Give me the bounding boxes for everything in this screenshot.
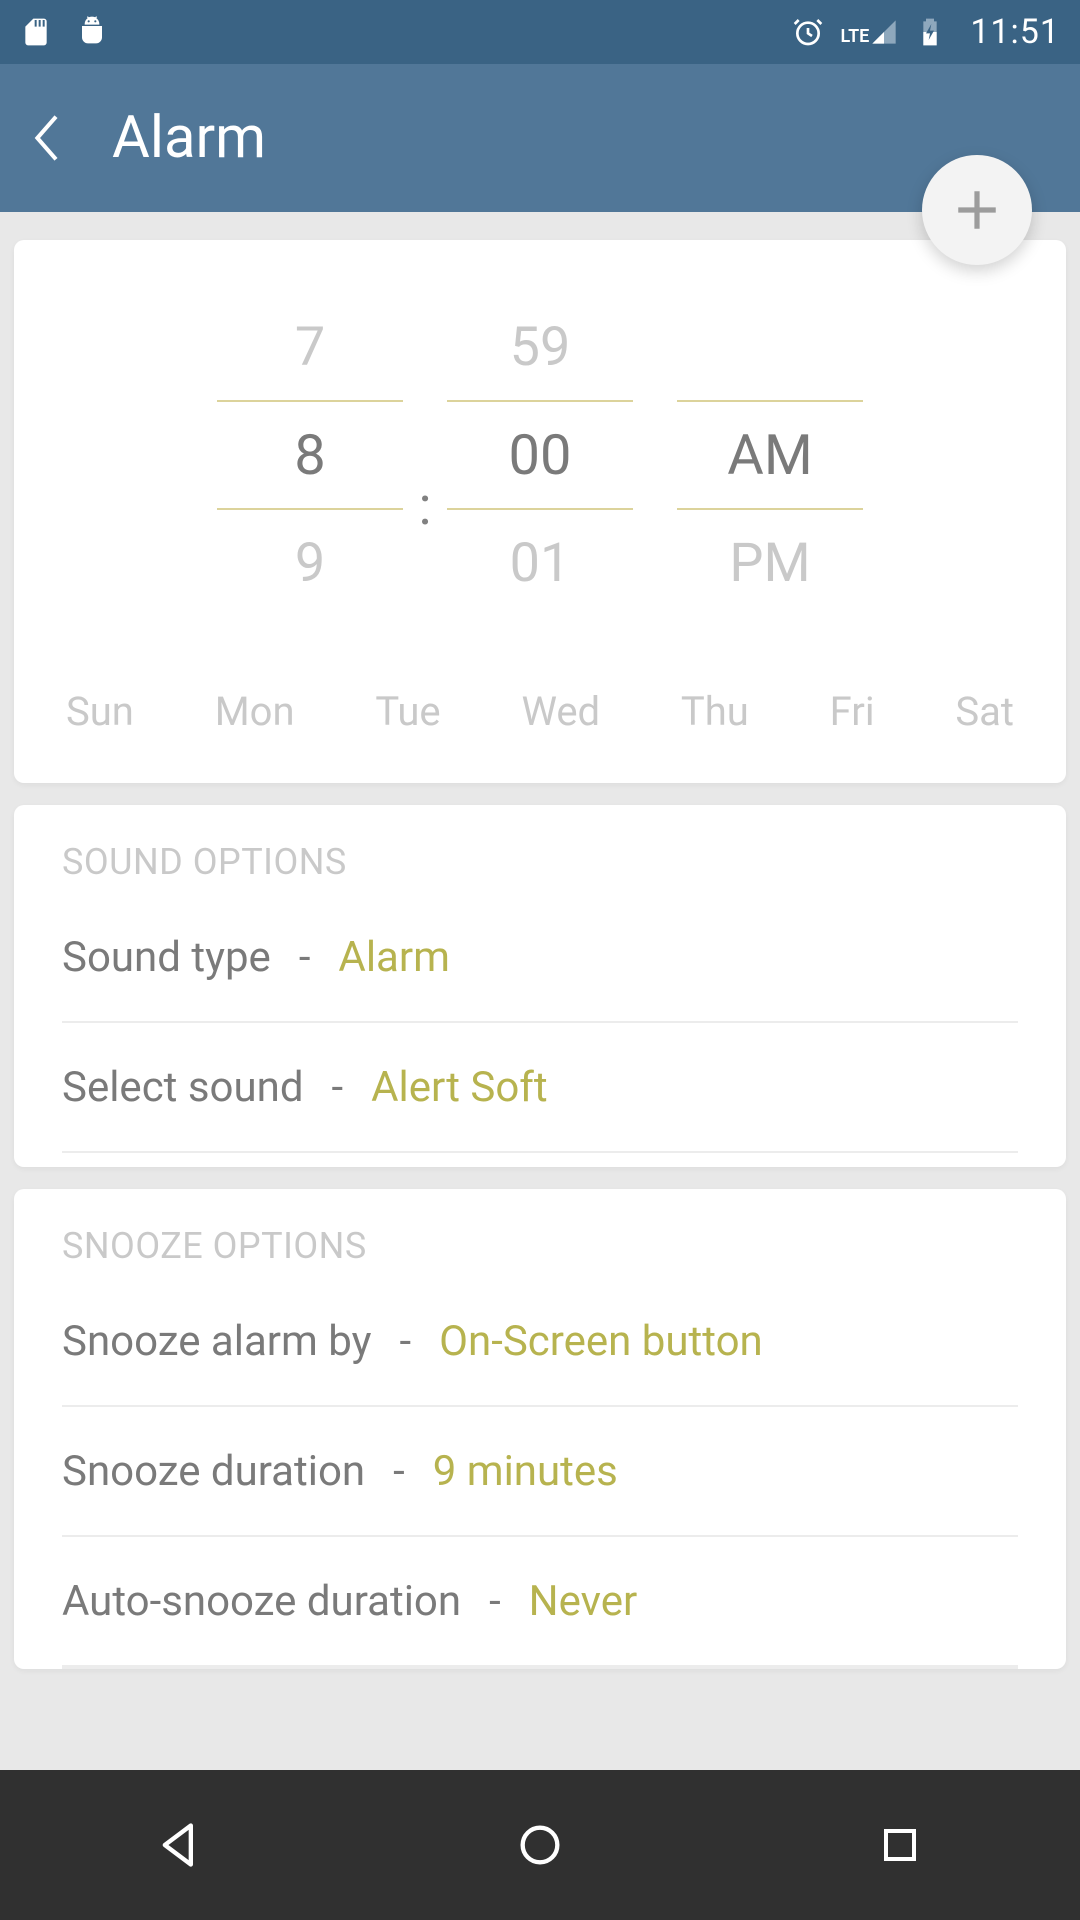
snooze-options-card: SNOOZE OPTIONS Snooze alarm by - On-Scre… [14, 1189, 1066, 1669]
row-dash: - [489, 1577, 501, 1626]
hour-next: 9 [217, 510, 403, 616]
snooze-duration-value: 9 minutes [433, 1447, 618, 1496]
sound-type-row[interactable]: Sound type - Alarm [62, 893, 1018, 1023]
sound-options-card: SOUND OPTIONS Sound type - Alarm Select … [14, 805, 1066, 1167]
ampm-selected: AM [677, 402, 863, 508]
minute-next: 01 [447, 510, 633, 616]
select-sound-label: Select sound [62, 1063, 304, 1112]
day-tue[interactable]: Tue [375, 688, 440, 735]
snooze-alarm-by-label: Snooze alarm by [62, 1317, 372, 1366]
row-dash: - [400, 1317, 412, 1366]
time-picker-card: 7 8 9 : 59 00 01 AM PM [14, 240, 1066, 783]
hour-picker[interactable]: 7 8 9 [217, 294, 403, 616]
alarm-icon [792, 16, 824, 48]
snooze-alarm-by-row[interactable]: Snooze alarm by - On-Screen button [62, 1277, 1018, 1407]
add-alarm-button[interactable] [922, 155, 1032, 265]
ampm-picker[interactable]: AM PM [677, 294, 863, 616]
select-sound-row[interactable]: Select sound - Alert Soft [62, 1023, 1018, 1153]
day-mon[interactable]: Mon [215, 688, 295, 735]
hour-selected: 8 [217, 402, 403, 508]
select-sound-value: Alert Soft [371, 1063, 548, 1112]
content-scroll[interactable]: 7 8 9 : 59 00 01 AM PM [0, 212, 1080, 1770]
row-dash: - [299, 933, 311, 982]
day-sat[interactable]: Sat [955, 688, 1014, 735]
page-title: Alarm [112, 104, 266, 172]
snooze-alarm-by-value: On-Screen button [439, 1317, 763, 1366]
snooze-duration-row[interactable]: Snooze duration - 9 minutes [62, 1407, 1018, 1537]
auto-snooze-duration-row[interactable]: Auto-snooze duration - Never [62, 1537, 1018, 1667]
sound-type-value: Alarm [338, 933, 450, 982]
system-nav-bar [0, 1770, 1080, 1920]
day-row: Sun Mon Tue Wed Thu Fri Sat [54, 688, 1026, 735]
minute-picker[interactable]: 59 00 01 [447, 294, 633, 616]
sd-card-icon [20, 16, 52, 48]
sound-options-title: SOUND OPTIONS [62, 841, 1018, 883]
row-dash: - [332, 1063, 344, 1112]
day-fri[interactable]: Fri [830, 688, 875, 735]
nav-back-button[interactable] [90, 1800, 270, 1890]
day-sun[interactable]: Sun [66, 688, 134, 735]
nav-recent-button[interactable] [810, 1800, 990, 1890]
row-dash: - [393, 1447, 405, 1496]
status-clock: 11:51 [970, 12, 1060, 52]
minute-prev: 59 [447, 294, 633, 400]
auto-snooze-value: Never [529, 1577, 638, 1626]
lte-label: LTE [840, 28, 869, 46]
lte-signal-icon: LTE [840, 18, 898, 46]
app-bar: Alarm [0, 64, 1080, 212]
snooze-duration-label: Snooze duration [62, 1447, 365, 1496]
time-separator: : [403, 426, 447, 586]
android-debug-icon [76, 16, 108, 48]
battery-charging-icon [914, 16, 946, 48]
day-thu[interactable]: Thu [681, 688, 749, 735]
auto-snooze-label: Auto-snooze duration [62, 1577, 461, 1626]
ampm-next: PM [677, 510, 863, 616]
status-bar: LTE 11:51 [0, 0, 1080, 64]
sound-type-label: Sound type [62, 933, 271, 982]
hour-prev: 7 [217, 294, 403, 400]
minute-selected: 00 [447, 402, 633, 508]
back-icon[interactable] [28, 114, 68, 162]
day-wed[interactable]: Wed [521, 688, 600, 735]
nav-home-button[interactable] [450, 1800, 630, 1890]
snooze-options-title: SNOOZE OPTIONS [62, 1225, 1018, 1267]
